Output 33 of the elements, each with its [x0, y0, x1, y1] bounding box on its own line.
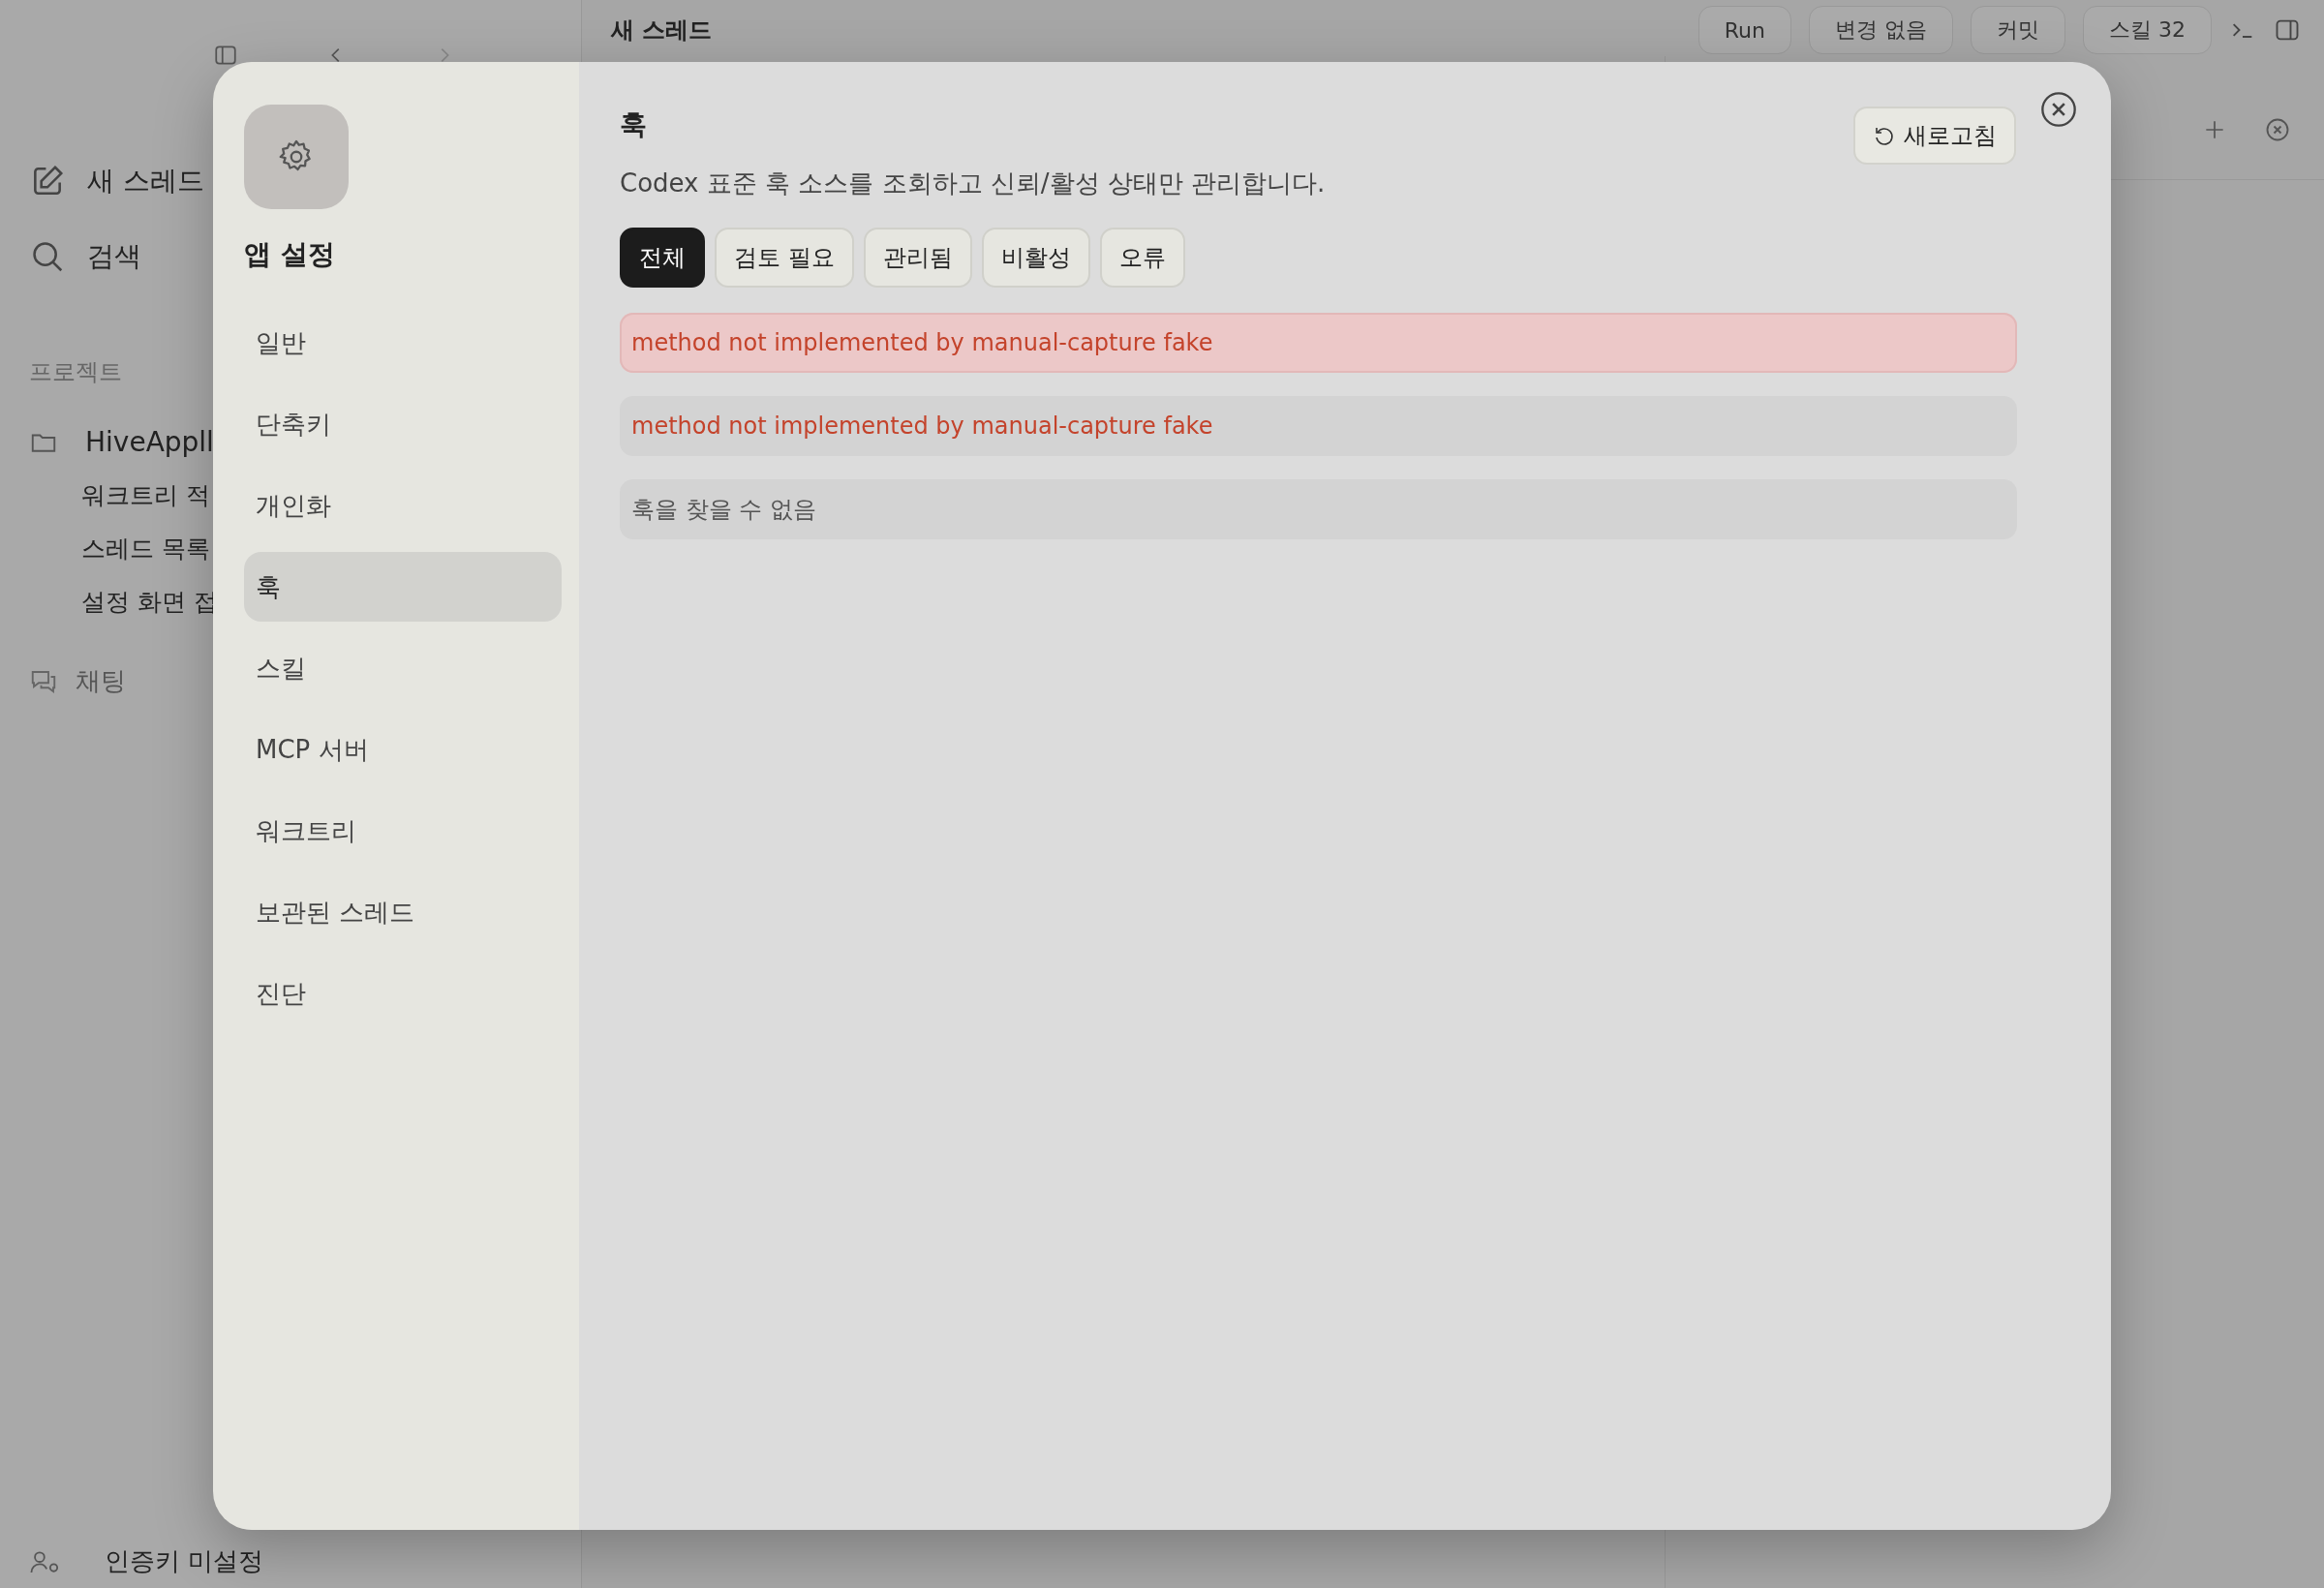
nav-item[interactable]: 워크트리 — [244, 796, 562, 866]
empty-message: 훅을 찾을 수 없음 — [620, 479, 2017, 539]
refresh-button[interactable]: 새로고침 — [1853, 107, 2016, 165]
auth-key-status[interactable]: 인증키 미설정 — [105, 1544, 264, 1578]
section-label: 프로젝트 — [29, 357, 123, 387]
nav-item[interactable]: 일반 — [244, 308, 562, 378]
nav-item[interactable]: 단축키 — [244, 389, 562, 459]
filter-tab[interactable]: 검토 필요 — [715, 228, 854, 288]
changes-button[interactable]: 변경 없음 — [1809, 6, 1953, 54]
run-button[interactable]: Run — [1697, 6, 1791, 54]
nav-item[interactable]: 진단 — [244, 959, 562, 1028]
close-icon[interactable] — [2039, 90, 2078, 129]
section-heading: 훅 — [620, 107, 648, 142]
error-message: method not implemented by manual-capture fake — [620, 396, 2017, 456]
thread-title: 새 스레드 — [611, 15, 713, 46]
error-message: method not implemented by manual-capture fake — [620, 313, 2017, 373]
commit-button[interactable]: 커밋 — [1971, 6, 2065, 54]
skills-button[interactable]: 스킬 32 — [2083, 6, 2212, 54]
filter-tab[interactable]: 오류 — [1099, 228, 1185, 288]
sidebar-toggle-icon[interactable] — [213, 43, 238, 68]
settings-title: 앱 설정 — [244, 237, 336, 272]
nav-item[interactable]: MCP 서버 — [244, 715, 562, 784]
nav-item[interactable]: 개인화 — [244, 471, 562, 540]
nav-item[interactable]: 훅 — [244, 552, 562, 622]
nav-item[interactable]: 보관된 스레드 — [244, 877, 562, 947]
new-thread-link[interactable]: 새 스레드 — [87, 163, 204, 199]
filter-tab[interactable]: 비활성 — [981, 228, 1090, 288]
filter-tab[interactable]: 전체 — [620, 228, 705, 288]
filter-tab[interactable]: 관리됨 — [863, 228, 972, 288]
nav-item[interactable]: 스킬 — [244, 633, 562, 703]
search-link[interactable]: 검색 — [87, 238, 141, 275]
project-name[interactable]: HiveAppll — [85, 426, 214, 458]
section-description: Codex 표준 훅 소스를 조회하고 신뢰/활성 상태만 관리합니다. — [620, 168, 1327, 199]
